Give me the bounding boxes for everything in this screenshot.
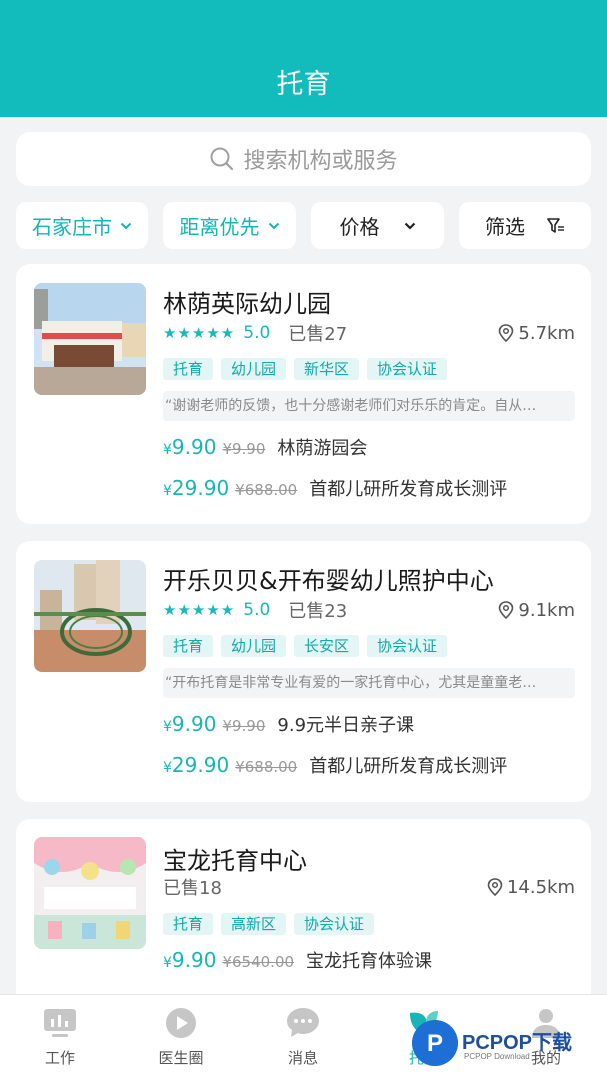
institution-name: 开乐贝贝&开布婴幼儿照护中心 xyxy=(163,567,494,595)
distance-value: 14.5km xyxy=(506,876,575,898)
offer-name: 宝龙托育体验课 xyxy=(306,951,433,972)
tab-label: 医生圈 xyxy=(158,1049,204,1067)
sold-count: 已售23 xyxy=(288,601,348,622)
offer-name: 首都儿研所发育成长测评 xyxy=(309,479,508,500)
original-price: ¥688.00 xyxy=(235,758,298,776)
caret-down-icon xyxy=(404,222,415,230)
rating-score: 5.0 xyxy=(243,323,271,343)
distance-sort-button[interactable]: 距离优先 xyxy=(163,202,296,249)
filter-label: 筛选 xyxy=(485,215,525,239)
tag: 长安区 xyxy=(294,635,360,657)
sold-count: 已售27 xyxy=(288,324,348,345)
location-pin-icon xyxy=(499,601,514,619)
rating-score: 5.0 xyxy=(243,600,271,620)
tag: 托育 xyxy=(163,913,214,935)
chat-icon xyxy=(287,1008,319,1037)
price-sort-button[interactable]: 价格 xyxy=(311,202,444,249)
tag: 幼儿园 xyxy=(221,358,287,380)
offer-row[interactable]: ¥9.90 ¥9.90 9.9元半日亲子课 xyxy=(163,711,414,739)
institution-card[interactable]: 宝龙托育中心 已售18 14.5km 托育 高新区 协会认证 ¥9.90 ¥65… xyxy=(16,819,591,1009)
svg-text:P: P xyxy=(427,1030,443,1057)
original-price: ¥6540.00 xyxy=(222,953,295,971)
watermark-text: PCPOP下载 xyxy=(462,1032,573,1054)
chevron-down-icon xyxy=(120,222,132,229)
offer-name: 9.9元半日亲子课 xyxy=(277,715,415,736)
offer-price: ¥29.90 xyxy=(163,476,230,500)
distance: 9.1km xyxy=(498,598,575,622)
distance: 14.5km xyxy=(487,875,575,899)
tag-list: 托育 幼儿园 新华区 协会认证 xyxy=(163,358,455,380)
search-bar[interactable]: 搜索机构或服务 xyxy=(16,132,591,186)
rating-stars: ★★★★★ xyxy=(163,601,236,619)
tag: 协会认证 xyxy=(294,913,375,935)
rating-row: ★★★★★ 5.0 已售27 xyxy=(163,321,347,345)
tag-list: 托育 幼儿园 长安区 协会认证 xyxy=(163,635,455,657)
distance-value: 5.7km xyxy=(518,322,575,344)
tab-label: 工作 xyxy=(44,1049,75,1067)
offer-price: ¥9.90 xyxy=(163,948,217,972)
tag: 托育 xyxy=(163,635,214,657)
tab-work[interactable]: 工作 xyxy=(10,995,110,1080)
rating-row: 已售18 xyxy=(163,875,222,899)
tag: 幼儿园 xyxy=(221,635,287,657)
offer-row[interactable]: ¥9.90 ¥9.90 林荫游园会 xyxy=(163,434,367,462)
monitor-icon xyxy=(44,1009,76,1037)
tab-messages[interactable]: 消息 xyxy=(253,995,353,1080)
chevron-down-icon xyxy=(268,222,279,229)
institution-name: 林荫英际幼儿园 xyxy=(163,290,331,318)
rating-row: ★★★★★ 5.0 已售23 xyxy=(163,598,347,622)
institution-photo xyxy=(34,837,146,949)
distance-sort-label: 距离优先 xyxy=(179,215,260,239)
tag: 协会认证 xyxy=(367,635,448,657)
filter-button[interactable]: 筛选 xyxy=(459,202,591,249)
tab-label: 消息 xyxy=(287,1049,318,1067)
watermark: P PCPOP下载 PCPOP Download xyxy=(412,1018,602,1076)
distance: 5.7km xyxy=(498,321,575,345)
header-bar: 托育 xyxy=(0,0,607,117)
offer-name: 首都儿研所发育成长测评 xyxy=(309,756,508,777)
offer-price: ¥9.90 xyxy=(163,712,217,736)
offer-row[interactable]: ¥29.90 ¥688.00 首都儿研所发育成长测评 xyxy=(163,475,507,503)
offer-price: ¥9.90 xyxy=(163,435,217,459)
search-placeholder: 搜索机构或服务 xyxy=(243,149,398,174)
original-price: ¥9.90 xyxy=(222,440,266,458)
institution-photo xyxy=(34,283,146,395)
location-pin-icon xyxy=(499,324,514,342)
location-pin-icon xyxy=(487,878,503,896)
pcpop-logo-icon: P xyxy=(412,1020,458,1066)
offer-row[interactable]: ¥29.90 ¥688.00 首都儿研所发育成长测评 xyxy=(163,752,507,780)
distance-value: 9.1km xyxy=(518,599,575,621)
play-circle-icon xyxy=(166,1008,196,1038)
original-price: ¥9.90 xyxy=(222,717,266,735)
tag: 协会认证 xyxy=(367,358,448,380)
rating-stars: ★★★★★ xyxy=(163,324,236,342)
institution-card[interactable]: 林荫英际幼儿园 ★★★★★ 5.0 已售27 5.7km 托育 幼儿园 新华区 … xyxy=(16,264,591,524)
tag: 新华区 xyxy=(294,358,360,380)
institution-card[interactable]: 开乐贝贝&开布婴幼儿照护中心 ★★★★★ 5.0 已售23 9.1km 托育 幼… xyxy=(16,541,591,802)
filter-bar: 石家庄市 距离优先 价格 筛选 xyxy=(16,202,591,249)
original-price: ¥688.00 xyxy=(235,481,298,499)
tag: 高新区 xyxy=(221,913,287,935)
city-filter-label: 石家庄市 xyxy=(32,215,112,239)
review-snippet: “谢谢老师的反馈，也十分感谢老师们对乐乐的肯定。自从… xyxy=(163,391,575,421)
page-title: 托育 xyxy=(276,69,331,100)
offer-row[interactable]: ¥9.90 ¥6540.00 宝龙托育体验课 xyxy=(163,947,432,975)
offer-price: ¥29.90 xyxy=(163,753,230,777)
institution-name: 宝龙托育中心 xyxy=(163,847,307,875)
tag-list: 托育 高新区 协会认证 xyxy=(163,913,382,935)
tag: 托育 xyxy=(163,358,214,380)
offer-name: 林荫游园会 xyxy=(277,438,368,459)
price-sort-label: 价格 xyxy=(339,215,380,239)
watermark-subtext: PCPOP Download xyxy=(464,1052,530,1061)
filter-icon xyxy=(547,217,564,233)
institution-photo xyxy=(34,560,146,672)
sold-count: 已售18 xyxy=(163,878,222,899)
tab-doctor-circle[interactable]: 医生圈 xyxy=(131,995,231,1080)
search-icon xyxy=(210,147,234,171)
city-filter-button[interactable]: 石家庄市 xyxy=(16,202,148,249)
review-snippet: “开布托育是非常专业有爱的一家托育中心，尤其是童童老… xyxy=(163,668,575,698)
